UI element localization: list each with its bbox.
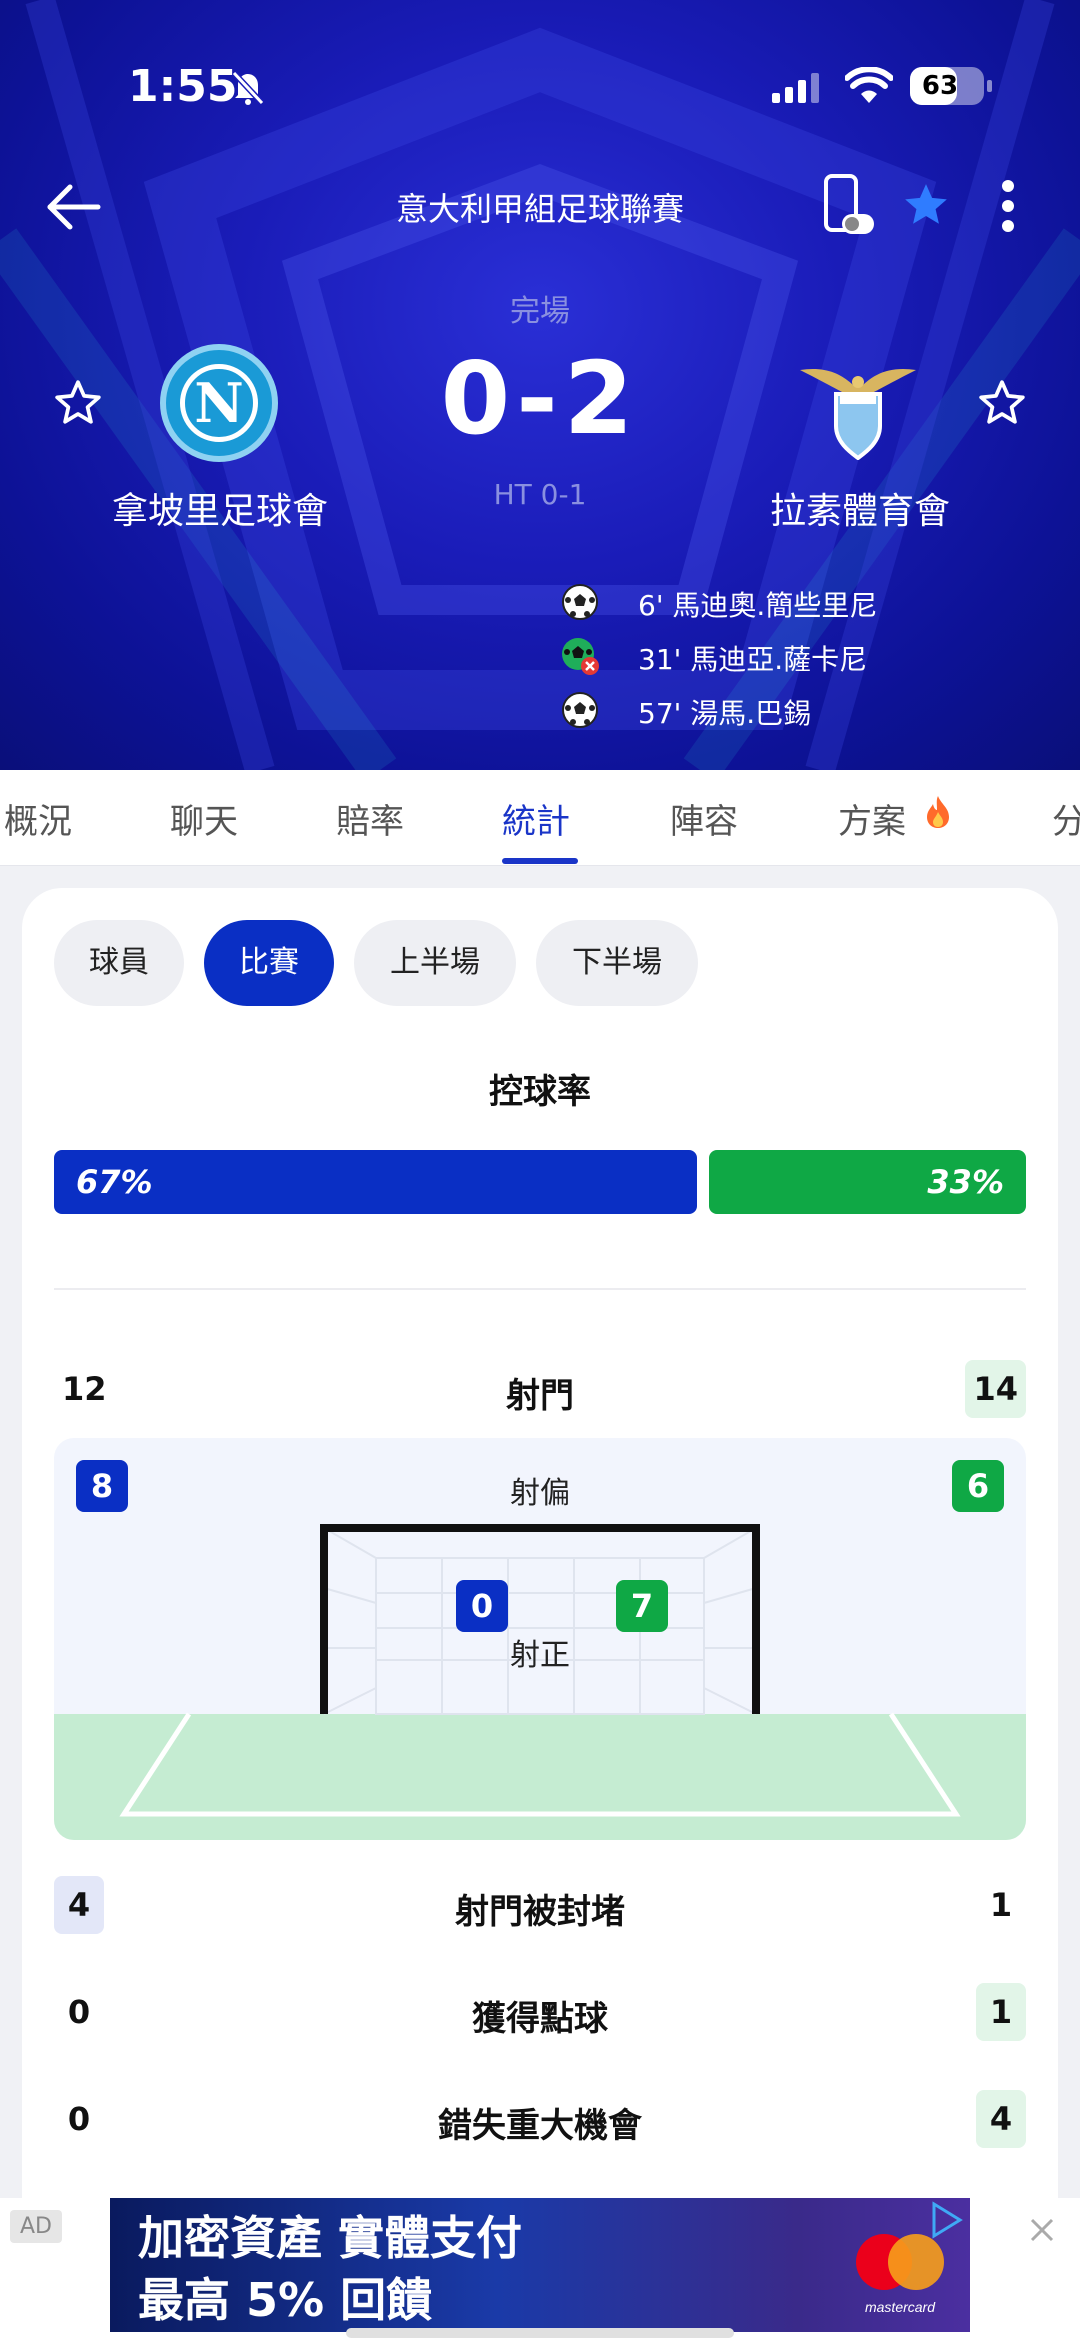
goal-icon [562, 584, 598, 620]
active-tab-indicator [502, 858, 578, 864]
shots-away-value: 14 [965, 1360, 1026, 1418]
fire-icon [926, 796, 949, 828]
ad-banner[interactable]: 加密資產 實體支付 最高 5% 回饋 mastercard [110, 2198, 970, 2332]
top-bar: 意大利甲組足球聯賽 [0, 170, 1080, 250]
filter-player[interactable]: 球員 [54, 920, 184, 1006]
possession-title: 控球率 [489, 1072, 591, 1112]
more-options-icon[interactable] [1000, 178, 1016, 234]
match-status: 完場 [510, 294, 570, 329]
favorite-star-filled-icon[interactable] [900, 180, 952, 230]
status-time: 1:55 [128, 61, 238, 112]
ad-choices-icon[interactable] [926, 2200, 966, 2240]
ad-close-icon[interactable] [1028, 2216, 1056, 2244]
bell-muted-icon [231, 70, 265, 106]
big-chances-label: 錯失重大機會 [438, 2106, 642, 2146]
ad-tag: AD [10, 2210, 62, 2243]
tab-bar: 概況 聊天 賠率 統計 陣容 方案 分 [0, 770, 1080, 866]
shots-diagram: 8 射偏 6 0 7 射正 [54, 1438, 1026, 1840]
away-team-name[interactable]: 拉素體育會 [700, 482, 1020, 534]
penalties-label: 獲得點球 [472, 1999, 608, 2039]
filter-match[interactable]: 比賽 [204, 920, 334, 1006]
signal-icon [772, 73, 819, 103]
match-header: 1:55 63 意大利甲組足球聯賽 完場 N 0-2 HT 0-1 拿坡里足球會… [0, 0, 1080, 770]
device-toggle-icon[interactable] [822, 174, 876, 238]
blocked-label: 射門被封堵 [455, 1892, 625, 1932]
shots-label: 射門 [506, 1376, 574, 1416]
tab-tips[interactable]: 方案 [838, 794, 953, 843]
filter-second-half[interactable]: 下半場 [536, 920, 698, 1006]
stat-row-big-chances-missed: 0 錯失重大機會 4 [54, 2086, 1026, 2150]
tab-chat[interactable]: 聊天 [170, 794, 238, 843]
goal-icon [562, 692, 598, 728]
possession-away-bar: 33% [709, 1150, 1026, 1214]
penalties-away-value: 1 [976, 1983, 1026, 2041]
home-team-name[interactable]: 拿坡里足球會 [60, 482, 380, 534]
tab-odds[interactable]: 賠率 [336, 794, 404, 843]
stat-row-penalties: 0 獲得點球 1 [54, 1979, 1026, 2043]
stats-card: 球員 比賽 上半場 下半場 控球率 67% 33% 12 射門 14 8 射偏 … [22, 888, 1058, 2348]
tab-more[interactable]: 分 [1052, 794, 1080, 843]
possession-home-bar: 67% [54, 1150, 697, 1214]
on-target-away-value: 7 [616, 1580, 668, 1632]
big-chances-away-value: 4 [976, 2090, 1026, 2148]
stat-row-blocked: 4 射門被封堵 1 [54, 1872, 1026, 1936]
own-goal-icon [562, 638, 599, 675]
ad-headline: 加密資產 實體支付 [138, 2211, 523, 2265]
wifi-icon [845, 67, 893, 103]
tab-overview[interactable]: 概況 [4, 794, 72, 843]
away-team-logo[interactable] [796, 356, 920, 460]
stat-row-shots: 12 射門 14 [54, 1356, 1026, 1420]
filter-first-half[interactable]: 上半場 [354, 920, 516, 1006]
away-favorite-star-icon[interactable] [976, 378, 1028, 428]
on-target-home-value: 0 [456, 1580, 508, 1632]
match-page: 1:55 63 意大利甲組足球聯賽 完場 N 0-2 HT 0-1 拿坡里足球會… [0, 0, 1080, 2348]
tab-stats[interactable]: 統計 [502, 794, 570, 843]
blocked-away-value: 1 [989, 1886, 1013, 1924]
home-indicator[interactable] [346, 2328, 734, 2338]
status-bar: 1:55 63 [0, 55, 1080, 125]
battery-indicator: 63 [910, 67, 992, 105]
tab-lineup[interactable]: 陣容 [670, 794, 738, 843]
ad-subline: 最高 5% 回饋 [138, 2273, 433, 2327]
ad-banner-container: AD 加密資產 實體支付 最高 5% 回饋 mastercard [0, 2198, 1080, 2348]
svg-text:mastercard: mastercard [865, 2299, 936, 2315]
on-target-label: 射正 [510, 1638, 570, 1673]
divider [54, 1288, 1026, 1290]
